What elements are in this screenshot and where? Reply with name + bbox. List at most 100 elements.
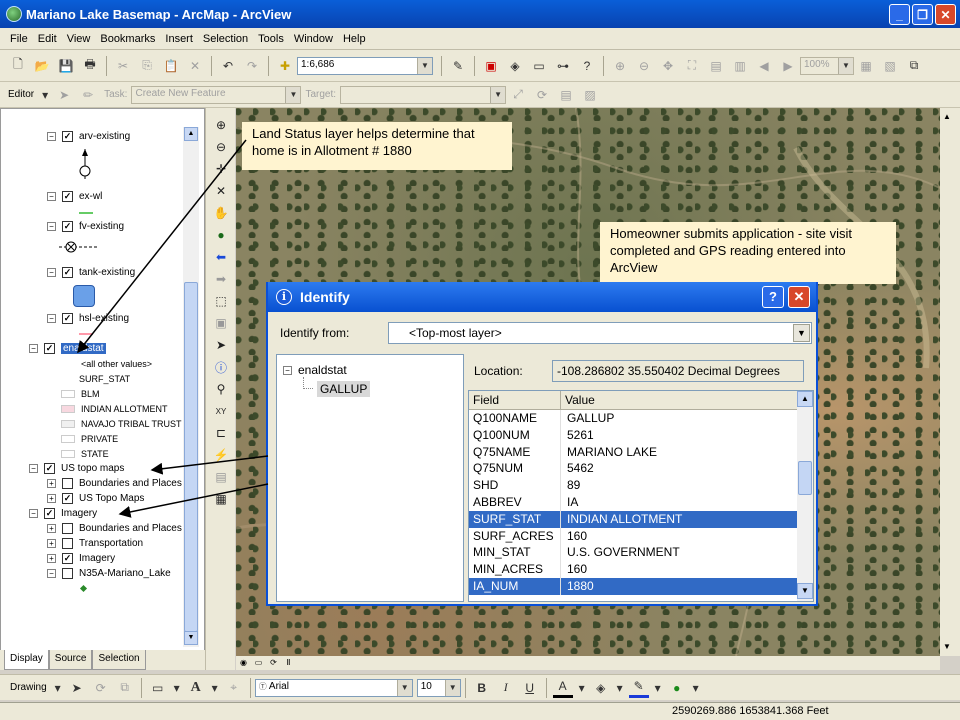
chevron-down-icon[interactable]: ▾ — [653, 678, 663, 698]
menu-bookmarks[interactable]: Bookmarks — [98, 31, 157, 47]
print-icon[interactable]: 🖶 — [80, 56, 100, 76]
table-row[interactable]: SURF_ACRES 160 — [469, 527, 813, 545]
data-view-icon[interactable]: ◉ — [236, 656, 251, 670]
scroll-thumb[interactable] — [798, 461, 812, 495]
chevron-down-icon[interactable]: ▼ — [793, 324, 810, 342]
chevron-down-icon[interactable]: ▾ — [172, 678, 182, 698]
layer-checkbox[interactable] — [62, 538, 73, 549]
add-data-icon[interactable]: ✚ — [275, 56, 295, 76]
layer-label[interactable]: Imagery — [79, 553, 115, 564]
new-document-icon[interactable]: 🗋 — [8, 56, 28, 76]
toc-scrollbar[interactable]: ▲ ▼ — [183, 127, 199, 647]
layer-checkbox[interactable]: ✓ — [62, 493, 73, 504]
zoom-to-selected-icon[interactable]: ⧉ — [115, 678, 135, 698]
menu-tools[interactable]: Tools — [256, 31, 286, 47]
menu-file[interactable]: File — [8, 31, 30, 47]
html-popup-icon[interactable]: ▤ — [211, 468, 231, 486]
collapse-icon[interactable]: − — [47, 268, 56, 277]
tab-display[interactable]: Display — [4, 650, 49, 670]
collapse-icon[interactable]: − — [283, 365, 292, 375]
task-combo[interactable]: Create New Feature ▼ — [131, 85, 302, 104]
chevron-down-icon[interactable]: ▾ — [691, 678, 701, 698]
scroll-thumb[interactable] — [184, 282, 198, 632]
restore-button[interactable]: ❐ — [912, 4, 933, 25]
font-size-select[interactable]: 10 ▼ — [416, 678, 461, 697]
chevron-down-icon[interactable]: ▼ — [396, 679, 412, 696]
layer-checkbox[interactable] — [62, 478, 73, 489]
tree-child-label[interactable]: GALLUP — [317, 381, 371, 397]
layer-label[interactable]: arv-existing — [79, 131, 130, 142]
help-button[interactable]: ? — [762, 286, 784, 308]
table-row[interactable]: ABBREV IA — [469, 493, 813, 511]
table-row[interactable]: MIN_STAT U.S. GOVERNMENT — [469, 544, 813, 562]
column-header[interactable]: Value — [561, 391, 813, 409]
select-elements-icon[interactable]: ➤ — [211, 336, 231, 354]
time-slider-icon[interactable]: ▦ — [211, 490, 231, 508]
layer-label[interactable]: N35A-Mariano_Lake — [79, 568, 171, 579]
zoom-whole-page-icon[interactable]: ⛶ — [682, 56, 702, 76]
table-row[interactable]: SHD 89 — [469, 477, 813, 494]
layer-label[interactable]: hsl-existing — [79, 313, 129, 324]
table-row[interactable]: Q75NUM 5462 — [469, 460, 813, 478]
layer-checkbox[interactable] — [62, 568, 73, 579]
collapse-icon[interactable]: − — [29, 464, 38, 473]
layout-pan-icon[interactable]: ✥ — [658, 56, 678, 76]
save-icon[interactable]: 💾 — [56, 56, 76, 76]
zoom-out-icon[interactable]: ⊖ — [211, 138, 231, 156]
layer-label[interactable]: US topo maps — [61, 463, 124, 474]
dialog-close-button[interactable]: ✕ — [788, 286, 810, 308]
refresh-icon[interactable]: ⟳ — [266, 656, 281, 670]
map-horizontal-scrollbar[interactable] — [236, 656, 940, 670]
layer-checkbox[interactable]: ✓ — [62, 553, 73, 564]
expand-icon[interactable]: + — [47, 494, 56, 503]
layer-checkbox[interactable]: ✓ — [62, 221, 73, 232]
layer-checkbox[interactable] — [62, 523, 73, 534]
table-row[interactable]: MIN_ACRES 160 — [469, 561, 813, 578]
editor-toolbar-icon[interactable]: ✎ — [448, 56, 468, 76]
scroll-down-icon[interactable]: ▼ — [943, 642, 951, 651]
toggle-draft-mode-icon[interactable]: ▦ — [856, 56, 876, 76]
zoom-combo[interactable]: 100% ▼ — [800, 56, 854, 75]
scroll-up-icon[interactable]: ▲ — [797, 391, 813, 407]
expand-icon[interactable]: + — [47, 554, 56, 563]
chevron-down-icon[interactable]: ▾ — [210, 678, 220, 698]
tab-source[interactable]: Source — [48, 650, 93, 670]
chevron-down-icon[interactable]: ▾ — [577, 678, 587, 698]
layer-checkbox[interactable]: ✓ — [44, 508, 55, 519]
arctoolbox-icon[interactable]: ▣ — [481, 56, 501, 76]
rotate-icon[interactable]: ⟳ — [91, 678, 111, 698]
chevron-down-icon[interactable]: ▾ — [40, 85, 50, 105]
menu-view[interactable]: View — [65, 31, 93, 47]
back-extent-icon[interactable]: ⬅ — [211, 248, 231, 266]
layer-label[interactable]: fv-existing — [79, 221, 124, 232]
chevron-down-icon[interactable]: ▾ — [615, 678, 625, 698]
layer-label-selected[interactable]: enaldstat — [61, 343, 106, 354]
chevron-down-icon[interactable]: ▼ — [444, 679, 460, 696]
layer-checkbox[interactable]: ✓ — [44, 463, 55, 474]
measure-icon[interactable]: ⊏ — [211, 424, 231, 442]
chevron-down-icon[interactable]: ▼ — [838, 57, 853, 74]
menu-edit[interactable]: Edit — [36, 31, 59, 47]
fill-color-icon[interactable]: ◈ — [591, 678, 611, 698]
cut-icon[interactable]: ✂ — [113, 56, 133, 76]
layer-label[interactable]: tank-existing — [79, 267, 135, 278]
chevron-down-icon[interactable]: ▼ — [490, 86, 506, 103]
redo-icon[interactable]: ↷ — [242, 56, 262, 76]
fixed-zoom-out-icon[interactable]: ✕ — [211, 182, 231, 200]
split-tool-icon[interactable]: ⤢ — [508, 85, 528, 105]
layout-view-icon[interactable]: ▭ — [251, 656, 266, 670]
forward-extent-icon[interactable]: ➡ — [211, 270, 231, 288]
text-tool-icon[interactable]: A — [186, 678, 206, 698]
pause-draw-icon[interactable]: Ⅱ — [281, 656, 296, 670]
editor-menu[interactable]: Editor — [8, 89, 34, 100]
rotate-tool-icon[interactable]: ⟳ — [532, 85, 552, 105]
layer-checkbox[interactable]: ✓ — [44, 343, 55, 354]
chevron-down-icon[interactable]: ▼ — [417, 57, 432, 74]
zoom-in-icon[interactable]: ⊕ — [211, 116, 231, 134]
previous-extent-icon[interactable]: ◀ — [754, 56, 774, 76]
collapse-icon[interactable]: − — [47, 192, 56, 201]
font-family-select[interactable]: Ⓣ Arial ▼ — [254, 678, 413, 697]
next-extent-icon[interactable]: ▶ — [778, 56, 798, 76]
table-row[interactable]: SURF_STAT INDIAN ALLOTMENT — [469, 510, 813, 528]
menu-selection[interactable]: Selection — [201, 31, 250, 47]
